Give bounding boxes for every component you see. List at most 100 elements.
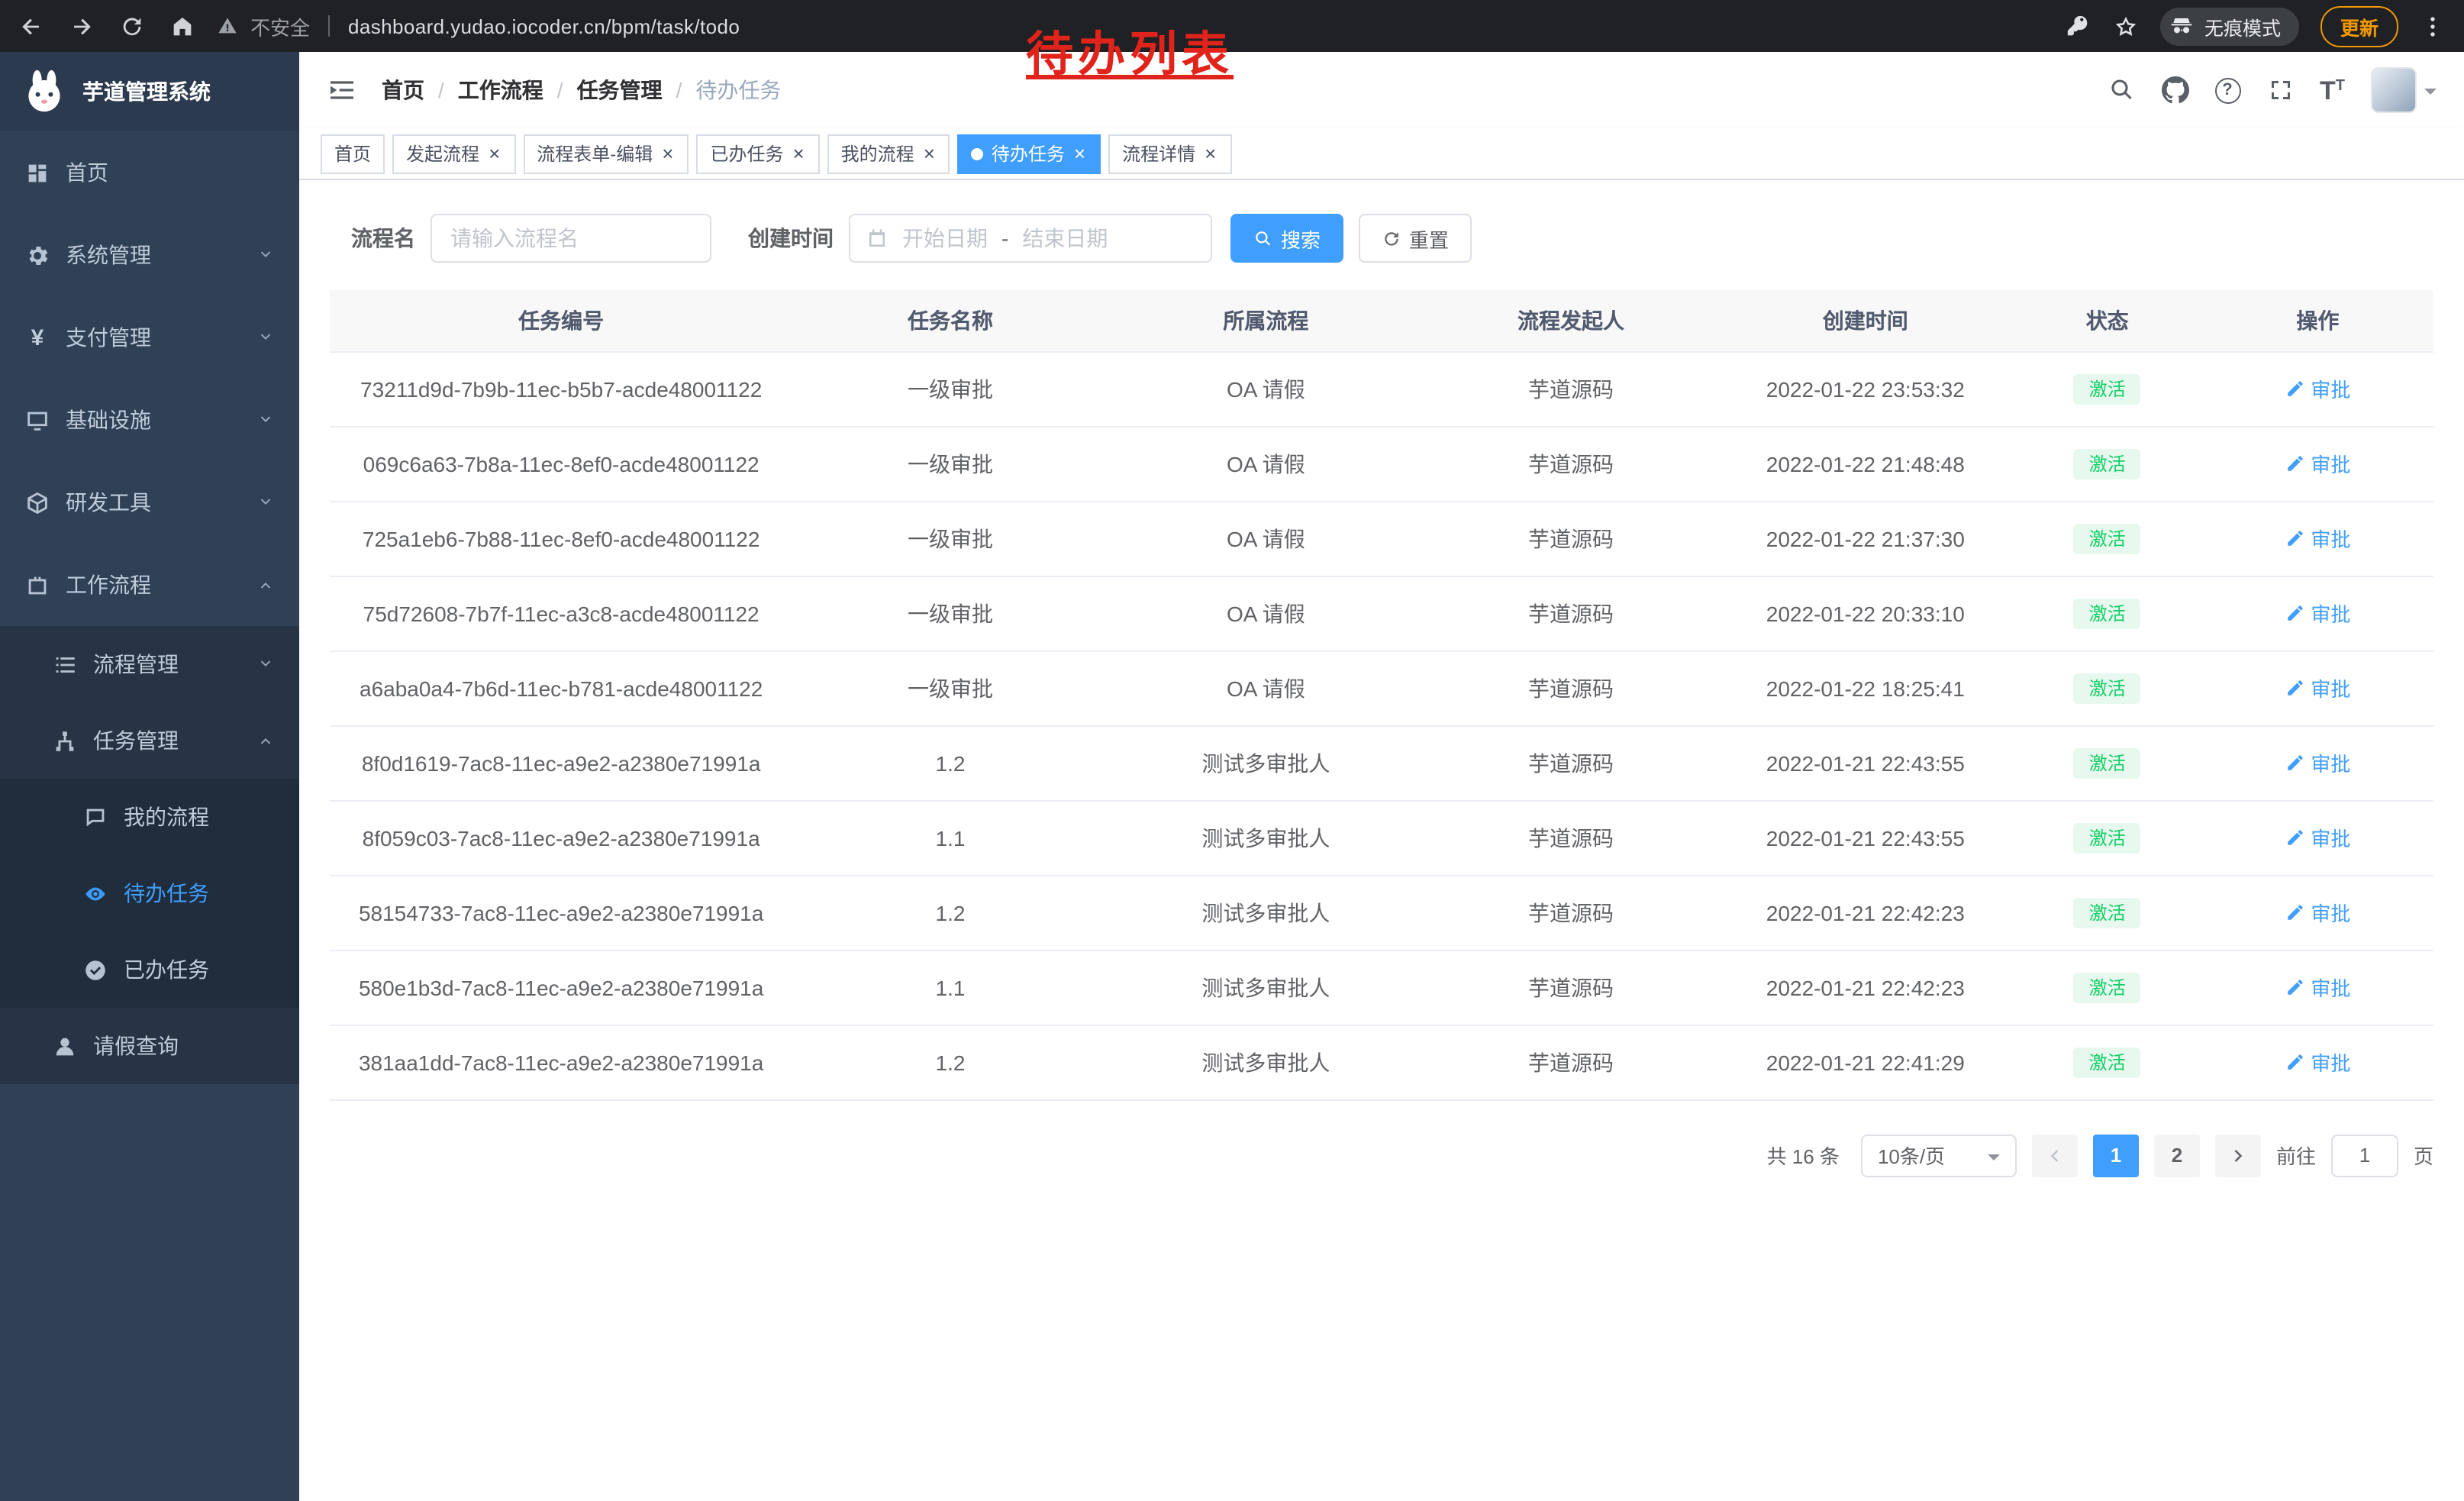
sidebar-item-task-management[interactable]: 任务管理 — [0, 702, 299, 779]
breadcrumb-home[interactable]: 首页 — [382, 75, 424, 105]
sidebar-item-devtools[interactable]: 研发工具 — [0, 461, 299, 544]
help-icon[interactable]: ? — [2214, 77, 2240, 103]
approve-link[interactable]: 审批 — [2285, 898, 2350, 927]
active-dot — [972, 147, 984, 160]
tab-process-detail[interactable]: 流程详情 × — [1108, 134, 1231, 173]
incognito-badge: 无痕模式 — [2160, 7, 2299, 45]
sidebar-item-todo-tasks[interactable]: 待办任务 — [0, 855, 299, 931]
approve-link[interactable]: 审批 — [2285, 374, 2350, 403]
home-icon[interactable] — [169, 13, 195, 39]
reset-button[interactable]: 重置 — [1359, 214, 1472, 263]
approve-link[interactable]: 审批 — [2285, 973, 2350, 1002]
chevron-up-icon — [256, 576, 275, 594]
breadcrumb-separator: / — [438, 78, 444, 102]
next-page-button[interactable] — [2215, 1134, 2261, 1177]
cell-task-name: 1.2 — [792, 1025, 1108, 1099]
chevron-right-icon — [2227, 1144, 2249, 1166]
cell-task-id: 73211d9d-7b9b-11ec-b5b7-acde48001122 — [330, 351, 792, 426]
cell-created: 2022-01-22 18:25:41 — [1718, 650, 2013, 725]
cell-initiator: 芋道源码 — [1424, 725, 1718, 800]
tab-my-processes[interactable]: 我的流程 × — [827, 134, 950, 173]
browser-menu-icon[interactable] — [2420, 13, 2446, 39]
chevron-down-icon — [256, 655, 275, 673]
main-area: 首页 / 工作流程 / 任务管理 / 待办任务 ? T T — [299, 52, 2464, 1501]
bookmark-star-icon[interactable] — [2113, 13, 2139, 39]
approve-link[interactable]: 审批 — [2285, 1047, 2350, 1077]
tab-start-process[interactable]: 发起流程 × — [392, 134, 515, 173]
page-button-1[interactable]: 1 — [2093, 1134, 2139, 1177]
date-range-picker[interactable]: 开始日期 - 结束日期 — [849, 214, 1212, 263]
todo-task-table: 任务编号 任务名称 所属流程 流程发起人 创建时间 状态 操作 73211d9d… — [330, 290, 2433, 1100]
page-size-select[interactable]: 10条/页 — [1861, 1134, 2017, 1177]
approve-link[interactable]: 审批 — [2285, 748, 2350, 777]
sidebar-item-process-management[interactable]: 流程管理 — [0, 626, 299, 702]
close-icon[interactable]: × — [487, 144, 502, 163]
cell-task-name: 1.1 — [792, 950, 1108, 1025]
sidebar-item-label: 支付管理 — [66, 322, 151, 353]
breadcrumb-task-management[interactable]: 任务管理 — [577, 75, 663, 105]
sidebar-collapse-icon[interactable] — [327, 75, 357, 105]
tab-form-edit[interactable]: 流程表单-编辑 × — [523, 134, 689, 173]
status-badge: 激活 — [2074, 373, 2141, 404]
close-icon[interactable]: × — [791, 144, 805, 163]
cell-actions: 审批 — [2202, 426, 2433, 501]
tab-todo-tasks[interactable]: 待办任务 × — [958, 134, 1101, 173]
page-button-2[interactable]: 2 — [2154, 1134, 2200, 1177]
cell-created: 2022-01-21 22:42:23 — [1718, 875, 2013, 950]
cell-actions: 审批 — [2202, 725, 2433, 800]
approve-link[interactable]: 审批 — [2285, 599, 2350, 628]
close-icon[interactable]: × — [922, 144, 937, 163]
breadcrumb-workflow[interactable]: 工作流程 — [458, 75, 543, 105]
app-title: 芋道管理系统 — [82, 76, 211, 107]
cell-created: 2022-01-21 22:41:29 — [1718, 1025, 2013, 1099]
close-icon[interactable]: × — [1072, 144, 1087, 163]
update-button[interactable]: 更新 — [2320, 5, 2398, 47]
cell-task-id: 381aa1dd-7ac8-11ec-a9e2-a2380e71991a — [330, 1025, 792, 1099]
sidebar-item-leave-query[interactable]: 请假查询 — [0, 1008, 299, 1084]
search-button[interactable]: 搜索 — [1230, 214, 1343, 263]
status-badge: 激活 — [2074, 1047, 2141, 1077]
cell-status: 激活 — [2013, 576, 2202, 650]
table-row: 8f059c03-7ac8-11ec-a9e2-a2380e71991a 1.1… — [330, 800, 2433, 875]
start-date-placeholder[interactable]: 开始日期 — [902, 223, 988, 253]
tab-home[interactable]: 首页 — [321, 134, 385, 173]
avatar[interactable] — [2371, 67, 2417, 113]
col-task-name: 任务名称 — [792, 290, 1108, 351]
goto-page-input[interactable] — [2331, 1134, 2398, 1177]
fullscreen-icon[interactable] — [2266, 76, 2294, 104]
cell-created: 2022-01-21 22:42:23 — [1718, 950, 2013, 1025]
sidebar-item-system[interactable]: 系统管理 — [0, 214, 299, 296]
approve-link[interactable]: 审批 — [2285, 673, 2350, 702]
sidebar-item-workflow[interactable]: 工作流程 — [0, 544, 299, 626]
approve-link[interactable]: 审批 — [2285, 524, 2350, 553]
forward-icon[interactable] — [69, 13, 95, 39]
end-date-placeholder[interactable]: 结束日期 — [1022, 223, 1108, 253]
chevron-down-icon — [256, 411, 275, 429]
close-icon[interactable]: × — [660, 144, 675, 163]
approve-link[interactable]: 审批 — [2285, 449, 2350, 478]
sidebar-item-done-tasks[interactable]: 已办任务 — [0, 931, 299, 1008]
tab-done-tasks[interactable]: 已办任务 × — [696, 134, 819, 173]
user-menu[interactable] — [2371, 67, 2437, 113]
font-size-icon[interactable]: T T — [2320, 77, 2345, 103]
prev-page-button[interactable] — [2032, 1134, 2078, 1177]
pen-icon — [2285, 454, 2304, 473]
back-icon[interactable] — [18, 13, 44, 39]
cell-created: 2022-01-21 22:43:55 — [1718, 725, 2013, 800]
app-logo[interactable]: 芋道管理系统 — [0, 52, 299, 131]
github-icon[interactable] — [2161, 76, 2188, 104]
sidebar-item-label: 工作流程 — [66, 570, 151, 600]
reload-icon[interactable] — [119, 13, 145, 39]
sidebar-item-home[interactable]: 首页 — [0, 131, 299, 214]
search-icon[interactable] — [2108, 76, 2135, 104]
sidebar-item-my-processes[interactable]: 我的流程 — [0, 779, 299, 855]
calendar-icon — [866, 227, 889, 250]
pen-icon — [2285, 379, 2304, 399]
sidebar-item-infrastructure[interactable]: 基础设施 — [0, 379, 299, 461]
process-name-input[interactable] — [431, 214, 711, 263]
key-icon[interactable] — [2066, 13, 2091, 39]
pen-icon — [2285, 1052, 2304, 1072]
approve-link[interactable]: 审批 — [2285, 823, 2350, 852]
sidebar-item-payment[interactable]: ¥ 支付管理 — [0, 296, 299, 379]
close-icon[interactable]: × — [1203, 144, 1217, 163]
